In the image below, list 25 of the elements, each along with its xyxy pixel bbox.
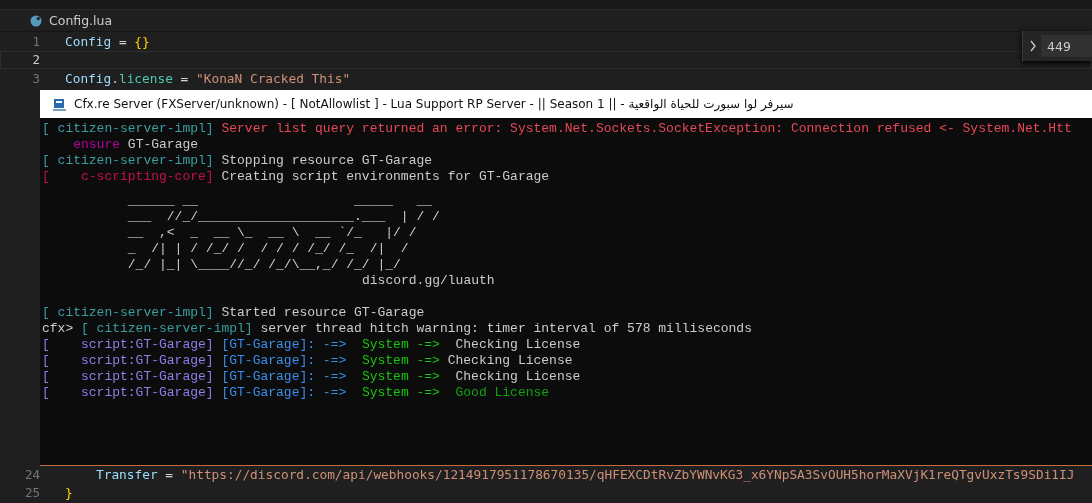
console-line: [ c-scripting-core] Creating script environments for GT-Garage [42,169,551,185]
console-line: cfx> [ citizen-server-impl] server thread hitch warning: timer interval of 578 milliseconds [42,321,753,337]
chevron-right-icon[interactable] [1029,40,1037,52]
console-line: [ citizen-server-impl] Started resource GT-Garage [42,305,426,321]
code-line: } [65,485,73,501]
console-line: [ citizen-server-impl] Stopping resource GT-Garage [42,153,434,169]
line-number: 24 [23,466,40,482]
line-number: 3 [31,70,40,86]
window-title: Cfx.re Server (FXServer/unknown) - [ NotAllowlist ] - Lua Support RP Server - || Season 1 || - سيرفر لوا سبورت للحياة الواقعية [74,97,794,111]
line-number: 2 [31,52,40,68]
code-line: Transfer = "https://discord.com/api/webhooks/1214917951178670135/qHFEXCDtRvZbYWNvKG3_x6YNpSA3SvOUH5horMaXVjK1reQTgvUxzTs9SDi1IJ [95,466,1075,482]
line-number: 25 [23,485,40,501]
console-line: [ script:GT-Garage] [GT-Garage]: -=> System -=> Good License [42,385,551,401]
line-number: 1 [31,33,40,49]
console-line: [ citizen-server-impl] Server list query returned an error: System.Net.Sockets.SocketException: Connection refused <- System.Net.Htt [42,121,1073,137]
discord-invite-text: discord.gg/luauth [362,273,495,288]
console-line: [ script:GT-Garage] [GT-Garage]: -=> System -=> Checking License [42,353,574,369]
console-line: ensure GT-Garage [72,137,200,153]
console-line: [ script:GT-Garage] [GT-Garage]: -=> System -=> Checking License [42,369,582,385]
server-app-icon [53,97,66,111]
moon-icon [30,14,42,27]
code-line: Config.license = "KonaN Cracked This" [65,70,351,86]
code-line: Config = {} [65,33,150,49]
console-line: [ script:GT-Garage] [GT-Garage]: -=> System -=> Checking License [42,337,582,353]
line-number-field[interactable]: 449 [1041,35,1092,57]
